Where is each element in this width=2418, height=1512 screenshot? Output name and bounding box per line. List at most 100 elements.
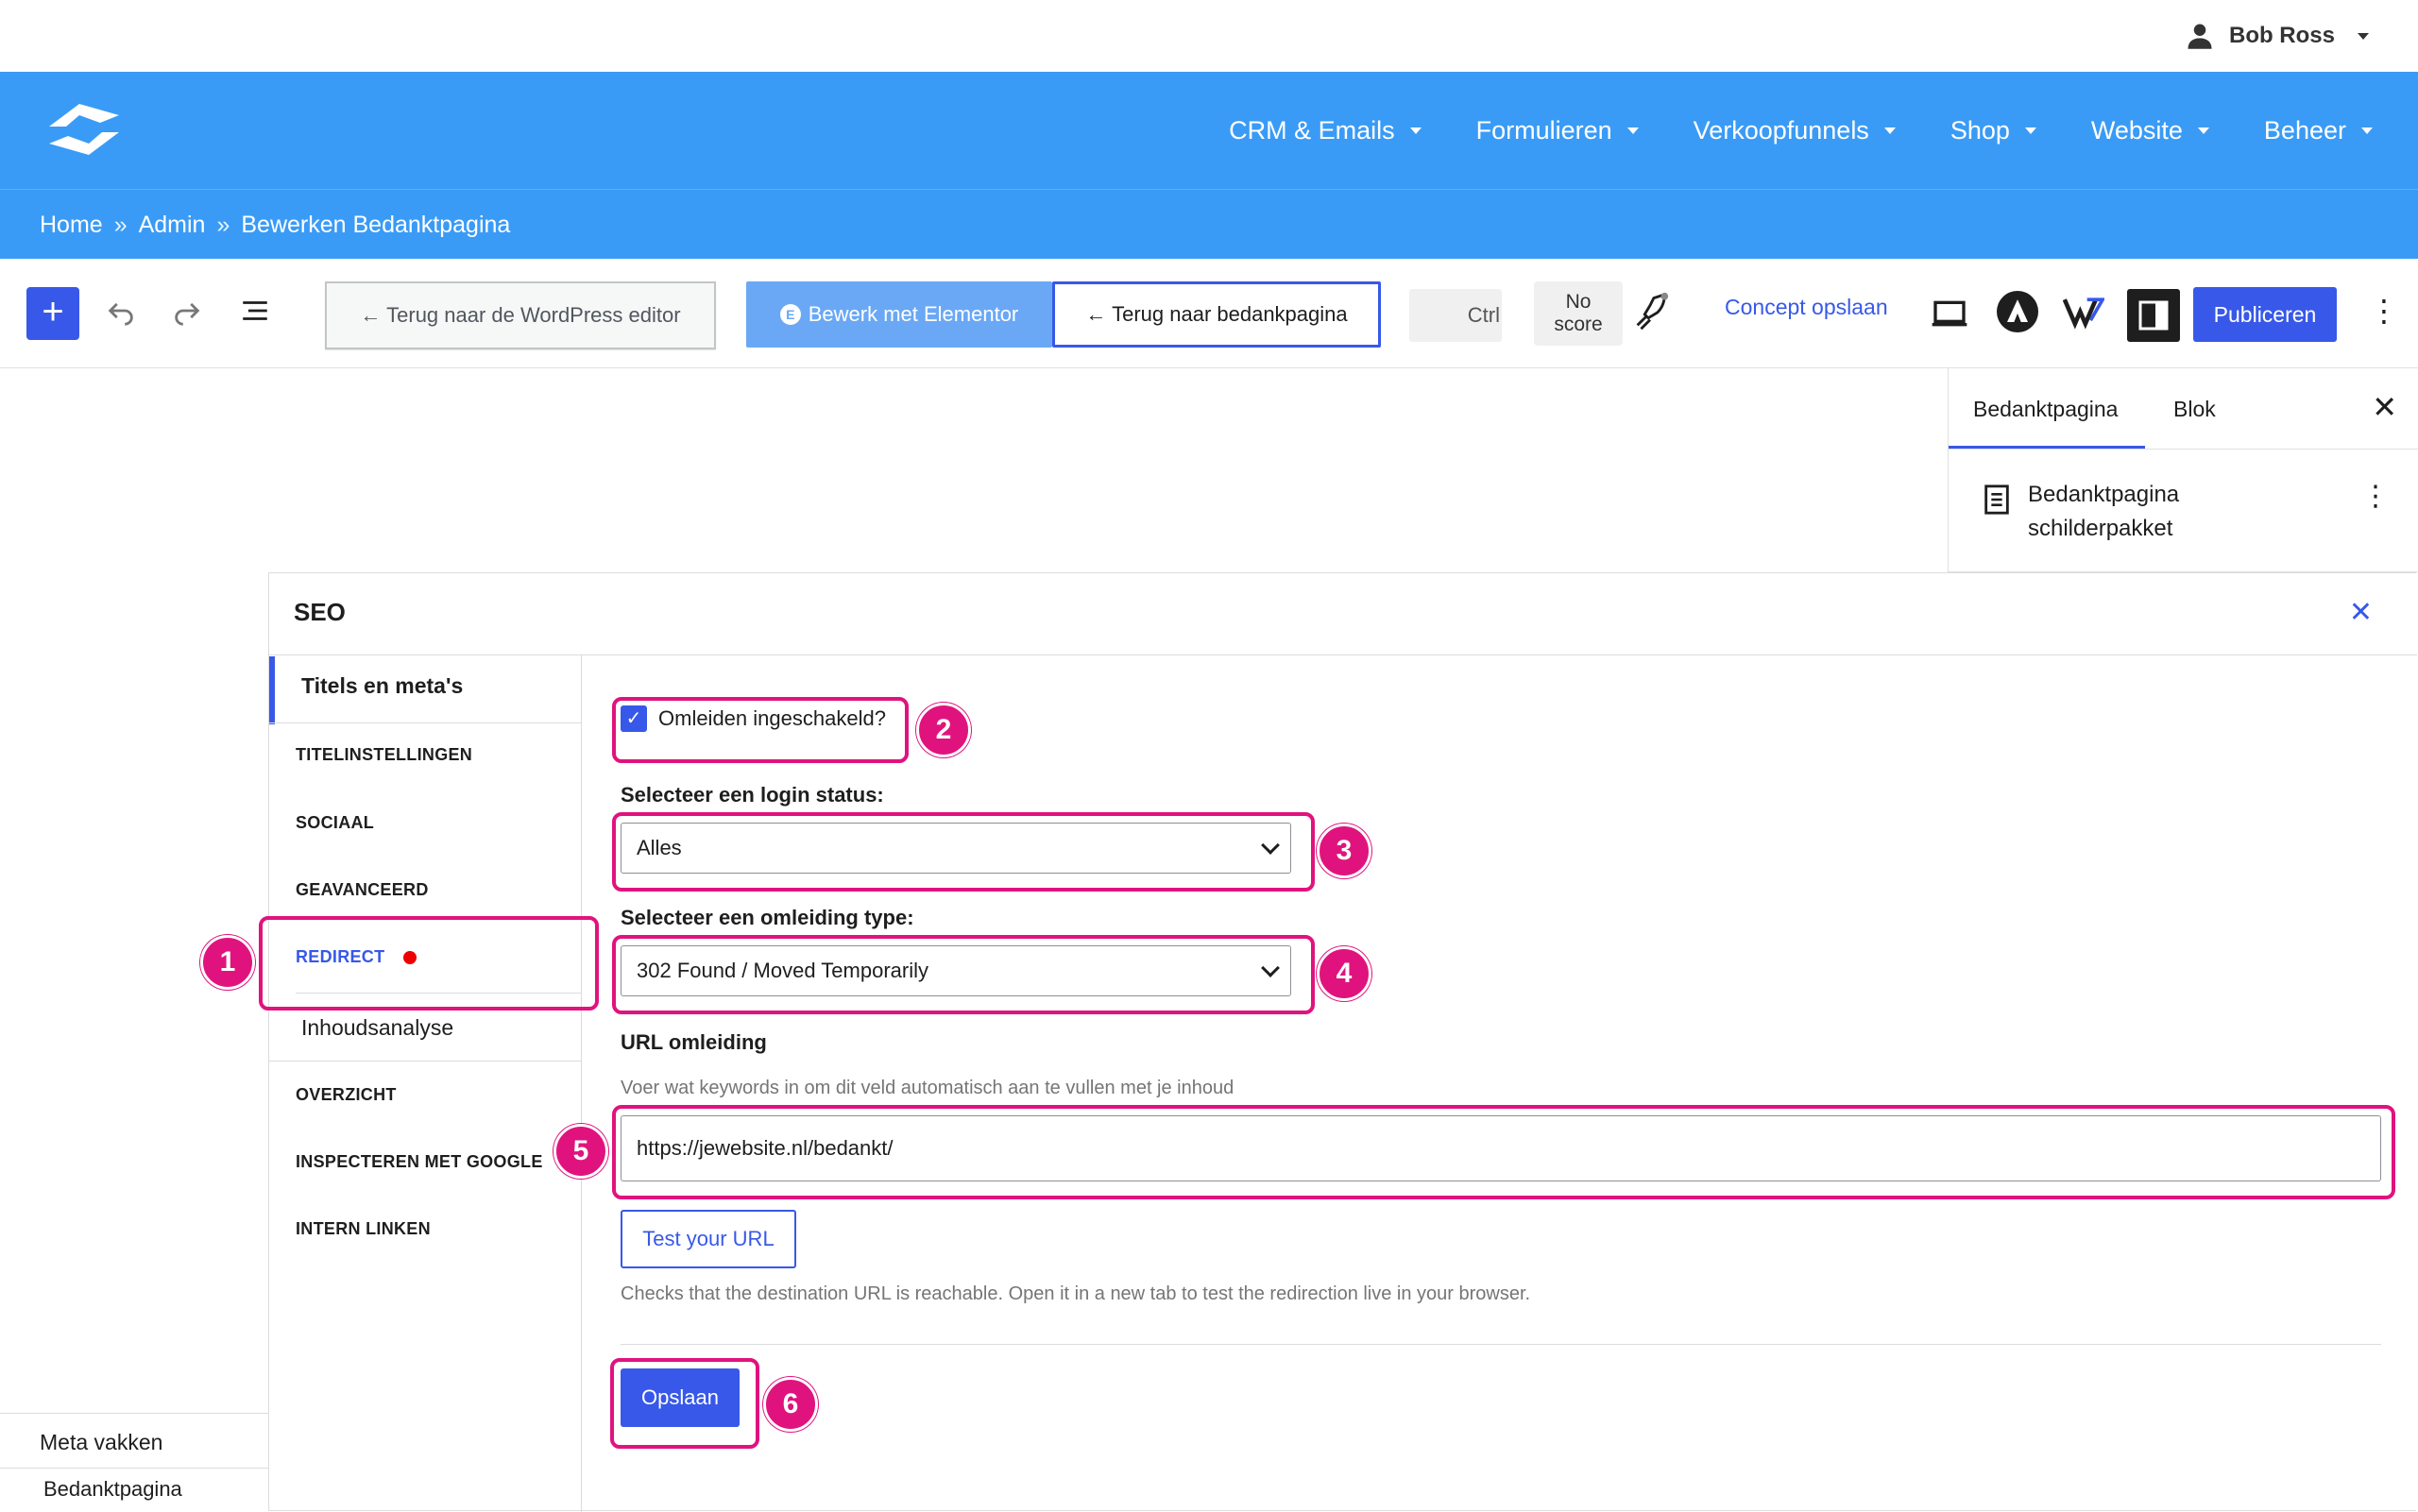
redirect-type-label: Selecteer een omleiding type: [621,906,914,929]
rocket-icon[interactable] [1628,291,1672,339]
logo-icon[interactable] [42,98,127,165]
document-icon [1983,484,2011,520]
test-url-button[interactable]: Test your URL [621,1210,796,1268]
seo-nav-overzicht[interactable]: OVERZICHT [296,1085,397,1105]
seo-nav-sociaal[interactable]: SOCIAAL [296,813,374,833]
edit-with-elementor-button[interactable]: E Bewerk met Elementor [746,281,1052,348]
url-redirect-help: Voer wat keywords in om dit veld automat… [621,1078,1235,1098]
caret-down-icon [2197,127,2209,134]
breadcrumb-current: Bewerken Bedanktpagina [241,211,511,238]
seo-nav-inhoudsanalyse[interactable]: Inhoudsanalyse [301,1015,453,1041]
breadcrumb-separator: » [216,211,230,238]
breadcrumb: Home » Admin » Bewerken Bedanktpagina [40,190,510,260]
caret-down-icon [1626,127,1639,134]
divider [269,1061,581,1062]
user-menu[interactable]: Bob Ross [2186,17,2369,55]
caret-down-icon [1409,127,1422,134]
menu-beheer[interactable]: Beheer [2264,116,2373,145]
options-kebab-icon[interactable]: ⋮ [2369,293,2399,329]
main-navigation: CRM & Emails Formulieren Verkoopfunnels … [0,72,2418,189]
caret-down-icon [2024,127,2036,134]
redo-icon[interactable] [168,295,206,332]
seo-nav-titles-meta[interactable]: Titels en meta's [301,673,463,699]
elementor-icon: E [779,304,801,325]
user-name: Bob Ross [2228,23,2335,48]
caret-down-icon [1883,127,1896,134]
step-marker-5: 5 [553,1124,608,1179]
user-icon [2188,24,2212,49]
menu-label: CRM & Emails [1229,115,1395,144]
preview-desktop-icon[interactable] [1931,297,1968,335]
top-user-bar: Bob Ross [0,0,2418,72]
breadcrumb-bar: Home » Admin » Bewerken Bedanktpagina [0,189,2418,259]
menu-label: Verkoopfunnels [1693,115,1869,144]
active-section-indicator [269,656,275,724]
menu-label: Formulieren [1475,115,1612,144]
astra-icon[interactable] [1997,291,2038,337]
divider [0,1468,268,1469]
menu-verkoopfunnels[interactable]: Verkoopfunnels [1694,116,1896,145]
breadcrumb-home[interactable]: Home [40,212,103,239]
editor-toolbar: + ← Terug naar de WordPress editor E Bew… [0,259,2418,368]
step-marker-6: 6 [763,1377,818,1432]
settings-sidebar-toggle-icon[interactable] [2127,289,2180,342]
breadcrumb-admin[interactable]: Admin [139,212,206,239]
divider [269,722,581,723]
menu-formulieren[interactable]: Formulieren [1476,116,1639,145]
step-marker-1: 1 [200,935,255,990]
keyboard-shortcut-hint: Ctrl [1409,289,1502,342]
divider [581,654,582,1512]
tab-bedanktpagina[interactable]: Bedanktpagina [1973,397,2118,422]
publish-button[interactable]: Publiceren [2193,287,2337,342]
settings-sidebar: Bedanktpagina Blok ✕ Bedanktpagina schil… [1948,368,2418,572]
caret-down-icon [2358,32,2369,40]
menu-label: Website [2090,115,2183,144]
login-status-label: Selecteer een login status: [621,783,884,807]
tab-blok[interactable]: Blok [2173,397,2216,422]
seo-nav-geavanceerd[interactable]: GEAVANCEERD [296,880,429,900]
menu-website[interactable]: Website [2091,116,2209,145]
menu-label: Shop [1950,115,2010,144]
seo-nav-titelinstellingen[interactable]: TITELINSTELLINGEN [296,745,472,765]
seo-score-badge[interactable]: No score [1534,281,1623,346]
back-to-wordpress-editor-button[interactable]: ← Terug naar de WordPress editor [325,281,716,349]
step-marker-2: 2 [916,703,971,757]
divider [621,1344,2381,1345]
caret-down-icon [2361,127,2373,134]
test-url-help: Checks that the destination URL is reach… [621,1283,1531,1304]
divider [0,1413,268,1414]
menu-crm-emails[interactable]: CRM & Emails [1229,116,1422,145]
undo-icon[interactable] [102,295,140,332]
divider [1949,449,2418,450]
save-draft-button[interactable]: Concept opslaan [1725,295,1888,320]
breadcrumb-separator: » [113,211,128,238]
meta-boxes-title[interactable]: Meta vakken [40,1430,162,1455]
highlight-redirect-type [612,935,1315,1014]
score-line-1: No [1565,291,1592,313]
add-block-button[interactable]: + [26,287,79,340]
document-options-kebab-icon[interactable]: ⋮ [2361,480,2390,513]
highlight-login-status [612,812,1315,892]
menu-label: Beheer [2263,115,2346,144]
step-marker-4: 4 [1317,946,1371,1001]
seo-nav-intern-linken[interactable]: INTERN LINKEN [296,1219,431,1239]
document-title: Bedanktpagina schilderpakket [2028,482,2180,541]
list-view-icon[interactable] [236,295,274,332]
highlight-save-button [610,1358,759,1449]
elementor-label: Bewerk met Elementor [808,302,1019,326]
url-redirect-label: URL omleiding [621,1030,767,1054]
close-icon[interactable]: ✕ [2349,596,2373,629]
back-to-thankyou-page-button[interactable]: ← Terug naar bedankpagina [1052,281,1381,348]
spectra-icon[interactable] [2062,293,2106,335]
seo-panel-title: SEO [294,598,346,626]
seo-panel: SEO ✕ Titels en meta's TITELINSTELLINGEN… [268,572,2417,1512]
main-menu: CRM & Emails Formulieren Verkoopfunnels … [1229,72,2373,189]
meta-boxes-item[interactable]: Bedanktpagina [43,1477,182,1502]
seo-nav-inspecteren-met-google[interactable]: INSPECTEREN MET GOOGLE [296,1152,543,1172]
step-marker-3: 3 [1317,824,1371,878]
score-line-2: score [1554,314,1603,335]
highlight-redirect-nav [259,916,599,1011]
menu-shop[interactable]: Shop [1950,116,2036,145]
highlight-redirect-checkbox [612,697,909,763]
close-icon[interactable]: ✕ [2372,389,2397,425]
